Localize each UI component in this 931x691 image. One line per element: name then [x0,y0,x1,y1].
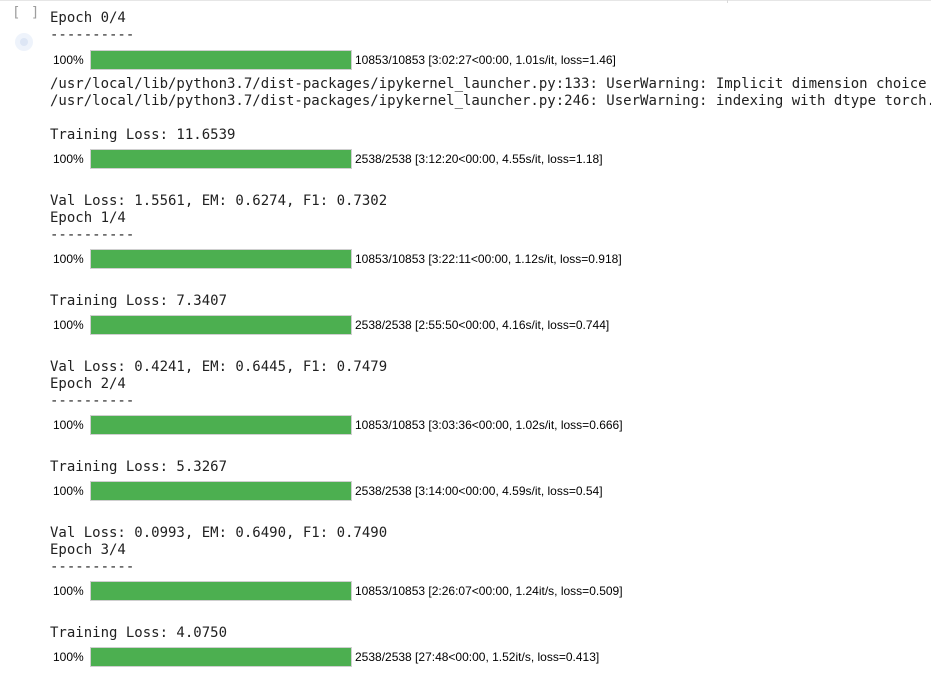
output-line-val-loss: Val Loss: 1.5561, EM: 0.6274, F1: 0.7302 [50,193,388,209]
output-line-epoch: Epoch 3/4 [50,542,126,558]
output-line-training-loss: Training Loss: 7.3407 [50,293,228,309]
progress-fill [91,416,351,434]
progress-percent: 100% [53,584,84,598]
top-divider-tick [727,0,728,3]
output-line-separator: ---------- [50,559,135,575]
progress-stats: 10853/10853 [3:03:36<00:00, 1.02s/it, lo… [355,418,623,432]
progress-bar: 100% 10853/10853 [3:02:27<00:00, 1.01s/i… [53,50,616,70]
progress-track [90,415,352,435]
progress-bar: 100% 10853/10853 [3:03:36<00:00, 1.02s/i… [53,415,623,435]
run-cell-button[interactable]: [ ] [12,4,44,22]
progress-track [90,481,352,501]
progress-track [90,149,352,169]
progress-stats: 10853/10853 [3:02:27<00:00, 1.01s/it, lo… [355,53,616,67]
progress-percent: 100% [53,252,84,266]
progress-fill [91,482,351,500]
output-line-val-loss: Val Loss: 0.0993, EM: 0.6490, F1: 0.7490 [50,525,388,541]
output-line-warning: /usr/local/lib/python3.7/dist-packages/i… [50,76,927,92]
progress-track [90,315,352,335]
progress-track [90,249,352,269]
output-line-epoch: Epoch 1/4 [50,210,126,226]
progress-percent: 100% [53,152,84,166]
progress-fill [91,582,351,600]
output-line-val-loss: Val Loss: 0.4241, EM: 0.6445, F1: 0.7479 [50,359,388,375]
output-line-separator: ---------- [50,27,135,43]
progress-bar: 100% 10853/10853 [2:26:07<00:00, 1.24it/… [53,581,623,601]
progress-percent: 100% [53,418,84,432]
progress-percent: 100% [53,318,84,332]
progress-track [90,581,352,601]
output-line-epoch: Epoch 0/4 [50,10,126,26]
progress-stats: 2538/2538 [3:14:00<00:00, 4.59s/it, loss… [355,484,603,498]
output-line-separator: ---------- [50,393,135,409]
progress-bar: 100% 2538/2538 [27:48<00:00, 1.52it/s, l… [53,647,599,667]
progress-track [90,647,352,667]
progress-fill [91,51,351,69]
output-line-training-loss: Training Loss: 5.3267 [50,459,228,475]
progress-bar: 100% 2538/2538 [2:55:50<00:00, 4.16s/it,… [53,315,609,335]
output-line-warning: /usr/local/lib/python3.7/dist-packages/i… [50,93,931,109]
progress-fill [91,250,351,268]
progress-bar: 100% 2538/2538 [3:14:00<00:00, 4.59s/it,… [53,481,603,501]
progress-fill [91,316,351,334]
cell-gutter: [ ] [10,4,44,51]
progress-bar: 100% 10853/10853 [3:22:11<00:00, 1.12s/i… [53,249,622,269]
progress-percent: 100% [53,484,84,498]
top-divider [0,0,931,1]
output-line-separator: ---------- [50,227,135,243]
progress-stats: 10853/10853 [2:26:07<00:00, 1.24it/s, lo… [355,584,623,598]
progress-stats: 2538/2538 [27:48<00:00, 1.52it/s, loss=0… [355,650,600,664]
progress-fill [91,648,351,666]
output-line-training-loss: Training Loss: 4.0750 [50,625,228,641]
progress-stats: 2538/2538 [3:12:20<00:00, 4.55s/it, loss… [355,152,603,166]
progress-stats: 2538/2538 [2:55:50<00:00, 4.16s/it, loss… [355,318,610,332]
output-line-epoch: Epoch 2/4 [50,376,126,392]
progress-bar: 100% 2538/2538 [3:12:20<00:00, 4.55s/it,… [53,149,603,169]
progress-percent: 100% [53,650,84,664]
progress-stats: 10853/10853 [3:22:11<00:00, 1.12s/it, lo… [355,252,622,266]
output-line-training-loss: Training Loss: 11.6539 [50,127,236,143]
progress-fill [91,150,351,168]
progress-percent: 100% [53,53,84,67]
progress-track [90,50,352,70]
output-actions-icon[interactable] [15,33,33,51]
